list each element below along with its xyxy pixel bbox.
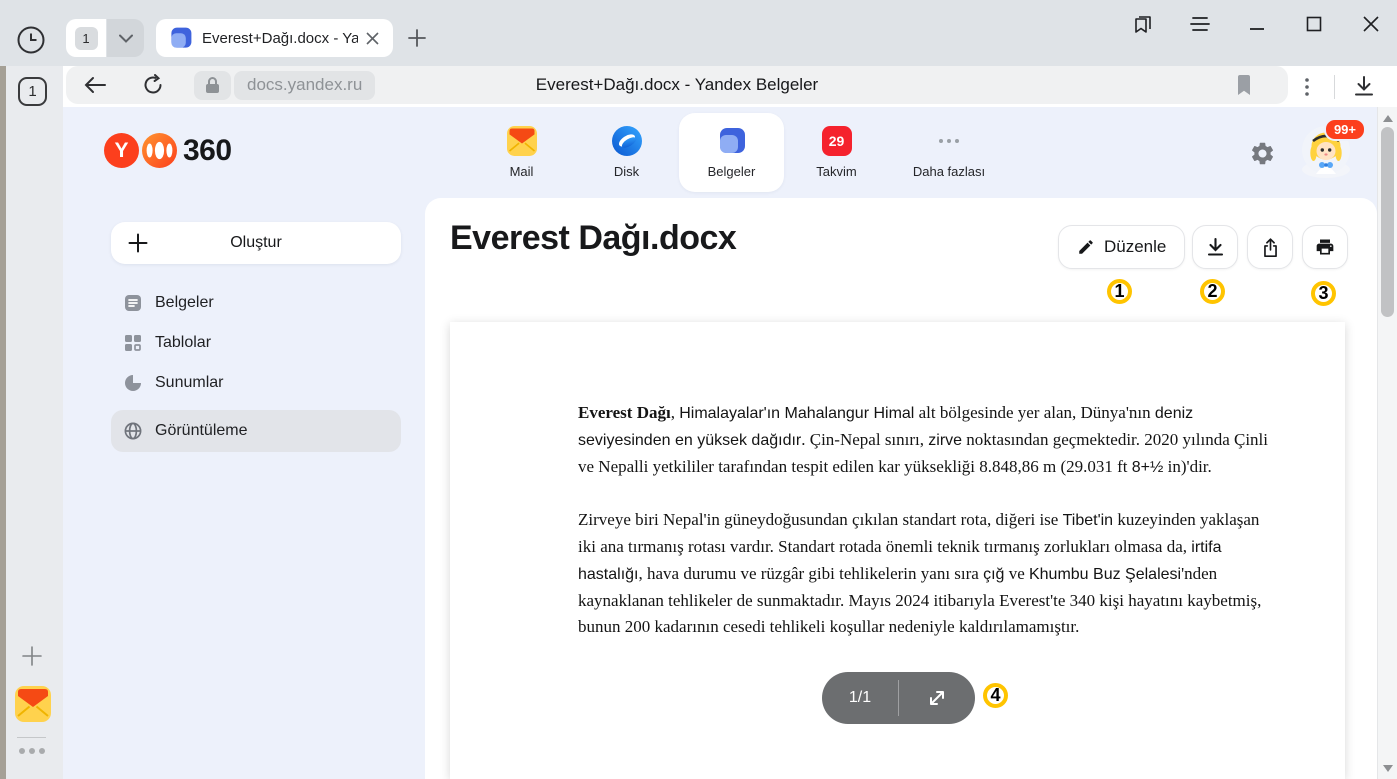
tab-group-chevron[interactable] <box>107 19 144 57</box>
scrollbar-thumb[interactable] <box>1381 127 1394 317</box>
docs-favicon-icon <box>169 26 193 50</box>
download-document-button[interactable] <box>1192 225 1238 269</box>
tab-group-count: 1 <box>66 19 106 57</box>
minimize-icon[interactable] <box>1245 12 1269 36</box>
divider <box>17 737 46 738</box>
document-icon <box>123 294 142 313</box>
yandex360-o-icon <box>142 133 177 168</box>
yandex360-header: Y 360 <box>63 107 1377 198</box>
logo-360-text: 360 <box>183 134 232 168</box>
lock-icon[interactable] <box>194 71 231 100</box>
annotation-badge-3: 3 <box>1311 281 1336 306</box>
nav-item-takvim[interactable]: 29 Takvim <box>784 113 889 192</box>
divider <box>1334 75 1335 99</box>
notification-badge: 99+ <box>1324 118 1366 141</box>
web-content: Y 360 <box>63 107 1377 779</box>
calendar-date-badge: 29 <box>822 126 852 156</box>
yandex-y-icon: Y <box>104 133 139 168</box>
back-icon[interactable] <box>78 68 112 102</box>
sidebar-item-sunumlar[interactable]: Sunumlar <box>111 363 401 403</box>
sidebar-item-belgeler[interactable]: Belgeler <box>111 283 401 323</box>
document-toolbar: Düzenle <box>425 225 1377 269</box>
create-button[interactable]: Oluştur <box>111 222 401 264</box>
chrome-row: docs.yandex.ru Everest+Dağı.docx - Yande… <box>63 66 1397 107</box>
download-icon <box>1206 237 1225 257</box>
browser-side-strip: 1 <box>0 66 63 779</box>
tab-group-control[interactable]: 1 <box>66 19 144 57</box>
nav-item-disk[interactable]: Disk <box>574 113 679 192</box>
maximize-icon[interactable] <box>1302 12 1326 36</box>
yandex360-logo[interactable]: Y 360 <box>104 133 232 168</box>
nav-item-more[interactable]: Daha fazlası <box>889 113 1009 192</box>
pencil-icon <box>1077 238 1095 256</box>
sidebar-item-goruntuleme[interactable]: Görüntüleme <box>111 410 401 452</box>
print-document-button[interactable] <box>1302 225 1348 269</box>
history-icon[interactable] <box>14 23 47 56</box>
annotation-badge-1: 1 <box>1107 279 1132 304</box>
strip-more-icon[interactable] <box>19 748 45 754</box>
settings-gear-icon[interactable] <box>1247 138 1277 168</box>
plus-icon <box>127 232 149 254</box>
sidebar-tab-counter[interactable]: 1 <box>18 77 47 106</box>
page-indicator-pill: 1/1 <box>822 672 975 724</box>
avatar-image <box>1302 161 1350 178</box>
globe-icon <box>123 422 142 441</box>
tab-title: Everest+Dağı.docx - Yandex Belgeler <box>202 30 358 47</box>
share-icon <box>1261 237 1280 258</box>
kebab-menu-icon[interactable] <box>1292 72 1322 102</box>
paragraph: Zirveye biri Nepal'in güneydoğusundan çı… <box>578 507 1278 640</box>
grid-icon <box>123 334 142 353</box>
disk-app-icon <box>612 126 642 156</box>
docs-sidebar: Oluştur Belgeler <box>63 198 425 779</box>
annotation-badge-2: 2 <box>1200 279 1225 304</box>
chevron-down-icon <box>119 34 133 43</box>
paragraph: Everest Dağı, Himalayalar'ın Mahalangur … <box>578 400 1278 481</box>
document-view-card: Everest Dağı.docx Düzenle <box>425 198 1377 779</box>
address-bar[interactable]: docs.yandex.ru Everest+Dağı.docx - Yande… <box>66 66 1288 104</box>
printer-icon <box>1315 237 1335 257</box>
edit-label: Düzenle <box>1104 237 1166 257</box>
document-text: Everest Dağı, Himalayalar'ın Mahalangur … <box>578 400 1278 640</box>
nav-item-belgeler[interactable]: Belgeler <box>679 113 784 192</box>
chrome-right-controls <box>1292 66 1391 107</box>
scroll-up-arrow[interactable] <box>1378 109 1397 127</box>
fullscreen-button[interactable] <box>898 680 974 716</box>
new-tab-button[interactable] <box>402 23 432 53</box>
docs-app-icon <box>717 126 747 156</box>
vertical-scrollbar[interactable] <box>1377 107 1397 779</box>
more-dots-icon <box>934 126 964 156</box>
strip-add-icon[interactable] <box>20 644 44 668</box>
downloads-icon[interactable] <box>1347 70 1381 104</box>
menu-icon[interactable] <box>1188 12 1212 36</box>
close-window-icon[interactable] <box>1359 12 1383 36</box>
tab-everest-docx[interactable]: Everest+Dağı.docx - Yandex Belgeler <box>156 19 393 57</box>
share-document-button[interactable] <box>1247 225 1293 269</box>
nav-item-mail[interactable]: Mail <box>469 113 574 192</box>
mail-app-icon <box>507 126 537 156</box>
url-pill[interactable]: docs.yandex.ru <box>194 71 375 100</box>
sidebar-item-tablolar[interactable]: Tablolar <box>111 323 401 363</box>
page-count: 1/1 <box>822 689 898 707</box>
yandex-mail-app-icon[interactable] <box>15 686 51 722</box>
annotation-badge-4: 4 <box>983 683 1008 708</box>
scroll-down-arrow[interactable] <box>1378 759 1397 777</box>
tab-close-icon[interactable] <box>362 27 383 49</box>
browser-window: 1 Everest+Dağı.docx - Yandex Belgeler <box>0 0 1397 779</box>
expand-icon <box>927 688 947 708</box>
pie-icon <box>123 374 142 393</box>
url-text[interactable]: docs.yandex.ru <box>234 71 375 100</box>
bookmarks-panel-icon[interactable] <box>1131 12 1155 36</box>
bookmark-flag-icon[interactable] <box>1228 69 1260 101</box>
edit-button[interactable]: Düzenle <box>1058 225 1185 269</box>
create-label: Oluştur <box>111 234 401 252</box>
reload-icon[interactable] <box>136 68 170 102</box>
calendar-app-icon: 29 <box>822 126 852 156</box>
services-nav: Mail Disk <box>469 113 1009 192</box>
tab-bar: 1 Everest+Dağı.docx - Yandex Belgeler <box>0 0 1397 66</box>
user-avatar[interactable]: 99+ <box>1302 126 1350 174</box>
window-controls <box>1131 10 1383 38</box>
